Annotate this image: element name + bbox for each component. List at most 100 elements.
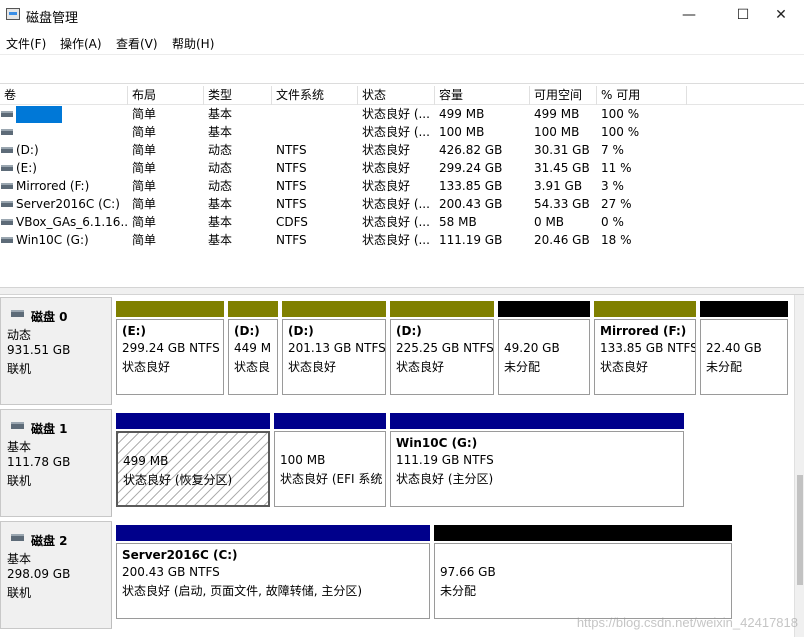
cell-filesystem: NTFS <box>276 197 307 211</box>
partition-type-bar <box>390 413 684 429</box>
cell-capacity: 58 MB <box>439 215 477 229</box>
cell-layout: 简单 <box>132 107 157 121</box>
disk-state: 联机 <box>7 362 32 376</box>
cell-capacity: 111.19 GB <box>439 233 503 247</box>
disk-title: 磁盘 0 <box>31 310 68 324</box>
drive-icon <box>1 236 13 243</box>
header-status[interactable]: 状态 <box>358 86 435 105</box>
partition-name: (E:) <box>122 324 146 338</box>
partition-type-bar <box>594 301 696 317</box>
selection-highlight <box>16 106 62 123</box>
partition-block[interactable]: (D:) 225.25 GB NTFS 状态良好 <box>388 301 496 397</box>
partition-body: (D:) 201.13 GB NTFS 状态良好 <box>282 319 386 395</box>
disk-label[interactable]: 磁盘 1 基本 111.78 GB 联机 <box>0 409 112 517</box>
partition-block[interactable]: 22.40 GB 未分配 <box>698 301 790 397</box>
cell-percent-free: 11 % <box>601 161 632 175</box>
cell-percent-free: 3 % <box>601 179 624 193</box>
disk-label[interactable]: 磁盘 2 基本 298.09 GB 联机 <box>0 521 112 629</box>
cell-free-space: 54.33 GB <box>534 197 590 211</box>
partition-block[interactable]: 49.20 GB 未分配 <box>496 301 592 397</box>
menu-action[interactable]: 操作(A) <box>60 35 102 52</box>
table-row[interactable]: Mirrored (F:) 简单 动态 NTFS 状态良好 133.85 GB 3.91 G… <box>0 177 804 195</box>
table-row[interactable]: Server2016C (C:) 简单 基本 NTFS 状态良好 (... 200.43 … <box>0 195 804 213</box>
partition-body: 22.40 GB 未分配 <box>700 319 788 395</box>
menu-help[interactable]: 帮助(H) <box>172 35 214 52</box>
partition-block[interactable]: 97.66 GB 未分配 <box>432 525 734 621</box>
partition-block[interactable]: (E:) 299.24 GB NTFS 状态良好 <box>114 301 226 397</box>
pane-splitter[interactable] <box>0 287 804 295</box>
cell-volume: Server2016C (C:) <box>0 195 128 213</box>
cell-percent-free: 0 % <box>601 215 624 229</box>
partition-block[interactable]: 499 MB 状态良好 (恢复分区) <box>114 413 272 509</box>
header-layout[interactable]: 布局 <box>128 86 204 105</box>
partition-type-bar <box>282 301 386 317</box>
cell-volume: Mirrored (F:) <box>0 177 128 195</box>
cell-free-space: 0 MB <box>534 215 565 229</box>
partition-body: Server2016C (C:) 200.43 GB NTFS 状态良好 (启动, … <box>116 543 430 619</box>
cell-filesystem: CDFS <box>276 215 308 229</box>
drive-icon <box>1 200 13 207</box>
partition-name: Win10C (G:) <box>396 436 478 450</box>
table-row[interactable]: (D:) 简单 动态 NTFS 状态良好 426.82 GB 30.31 GB 7 % <box>0 141 804 159</box>
partition-size: 100 MB <box>280 453 326 467</box>
table-row[interactable]: 简单 基本 状态良好 (... 100 MB 100 MB 100 % <box>0 123 804 141</box>
cell-status: 状态良好 (... <box>362 233 430 247</box>
cell-type: 基本 <box>208 215 233 229</box>
partition-block[interactable]: Server2016C (C:) 200.43 GB NTFS 状态良好 (启动, … <box>114 525 432 621</box>
partition-block[interactable]: Mirrored (F:) 133.85 GB NTFS 状态良好 <box>592 301 698 397</box>
close-button[interactable]: ✕ <box>758 0 804 30</box>
partition-status: 状态良好 (恢复分区) <box>123 473 233 487</box>
header-percent-free[interactable]: % 可用 <box>597 86 687 105</box>
cell-percent-free: 100 % <box>601 107 640 121</box>
partition-type-bar <box>390 301 494 317</box>
cell-capacity: 200.43 GB <box>439 197 503 211</box>
table-row[interactable]: Win10C (G:) 简单 基本 NTFS 状态良好 (... 111.19 GB 20.… <box>0 231 804 249</box>
cell-type: 基本 <box>208 107 233 121</box>
partition-block[interactable]: (D:) 449 M 状态良 <box>226 301 280 397</box>
header-free-space[interactable]: 可用空间 <box>530 86 597 105</box>
header-filesystem[interactable]: 文件系统 <box>272 86 358 105</box>
cell-status: 状态良好 <box>362 161 411 175</box>
partition-block[interactable]: Win10C (G:) 111.19 GB NTFS 状态良好 (主分区) <box>388 413 686 509</box>
table-row[interactable]: (E:) 简单 动态 NTFS 状态良好 299.24 GB 31.45 GB 11 % <box>0 159 804 177</box>
partition-status: 状态良好 <box>600 360 649 374</box>
partition-size: 200.43 GB NTFS <box>122 565 220 579</box>
table-row[interactable]: 简单 基本 状态良好 (... 499 MB 499 MB 100 % <box>0 105 804 123</box>
cell-type: 基本 <box>208 197 233 211</box>
partition-body: (E:) 299.24 GB NTFS 状态良好 <box>116 319 224 395</box>
title-bar: 磁盘管理 — ☐ ✕ <box>0 0 804 30</box>
cell-status: 状态良好 (... <box>362 107 430 121</box>
cell-free-space: 31.45 GB <box>534 161 590 175</box>
partition-block[interactable]: (D:) 201.13 GB NTFS 状态良好 <box>280 301 388 397</box>
cell-type: 动态 <box>208 179 233 193</box>
cell-free-space: 30.31 GB <box>534 143 590 157</box>
scrollbar-thumb[interactable] <box>797 475 803 585</box>
disk-size: 931.51 GB <box>7 343 71 357</box>
cell-status: 状态良好 (... <box>362 197 430 211</box>
disk-label[interactable]: 磁盘 0 动态 931.51 GB 联机 <box>0 297 112 405</box>
partition-size: 499 MB <box>123 454 169 468</box>
header-type[interactable]: 类型 <box>204 86 272 105</box>
table-row[interactable]: VBox_GAs_6.1.16... 简单 基本 CDFS 状态良好 (... 58 MB… <box>0 213 804 231</box>
cell-capacity: 499 MB <box>439 107 485 121</box>
volume-table[interactable]: 卷 布局 类型 文件系统 状态 容量 可用空间 % 可用 简单 基本 状态良好 (.… <box>0 86 804 286</box>
cell-volume: Win10C (G:) <box>0 231 128 249</box>
partition-row: 499 MB 状态良好 (恢复分区) 100 MB 状态良好 (EFI 系统 Win10… <box>114 413 690 509</box>
partition-status: 状态良好 <box>396 360 445 374</box>
header-volume[interactable]: 卷 <box>0 86 128 105</box>
header-capacity[interactable]: 容量 <box>435 86 530 105</box>
partition-type-bar <box>228 301 278 317</box>
volume-name: (E:) <box>16 161 37 175</box>
disk-state: 联机 <box>7 474 32 488</box>
vertical-scrollbar[interactable] <box>794 295 804 644</box>
legend-strip <box>0 637 804 644</box>
minimize-button[interactable]: — <box>666 0 712 30</box>
menu-view[interactable]: 查看(V) <box>116 35 158 52</box>
cell-percent-free: 7 % <box>601 143 624 157</box>
volume-name: Mirrored (F:) <box>16 179 90 193</box>
partition-size: 22.40 GB <box>706 341 762 355</box>
menu-file[interactable]: 文件(F) <box>6 35 46 52</box>
cell-layout: 简单 <box>132 161 157 175</box>
partition-block[interactable]: 100 MB 状态良好 (EFI 系统 <box>272 413 388 509</box>
partition-status: 状态良好 <box>122 360 171 374</box>
